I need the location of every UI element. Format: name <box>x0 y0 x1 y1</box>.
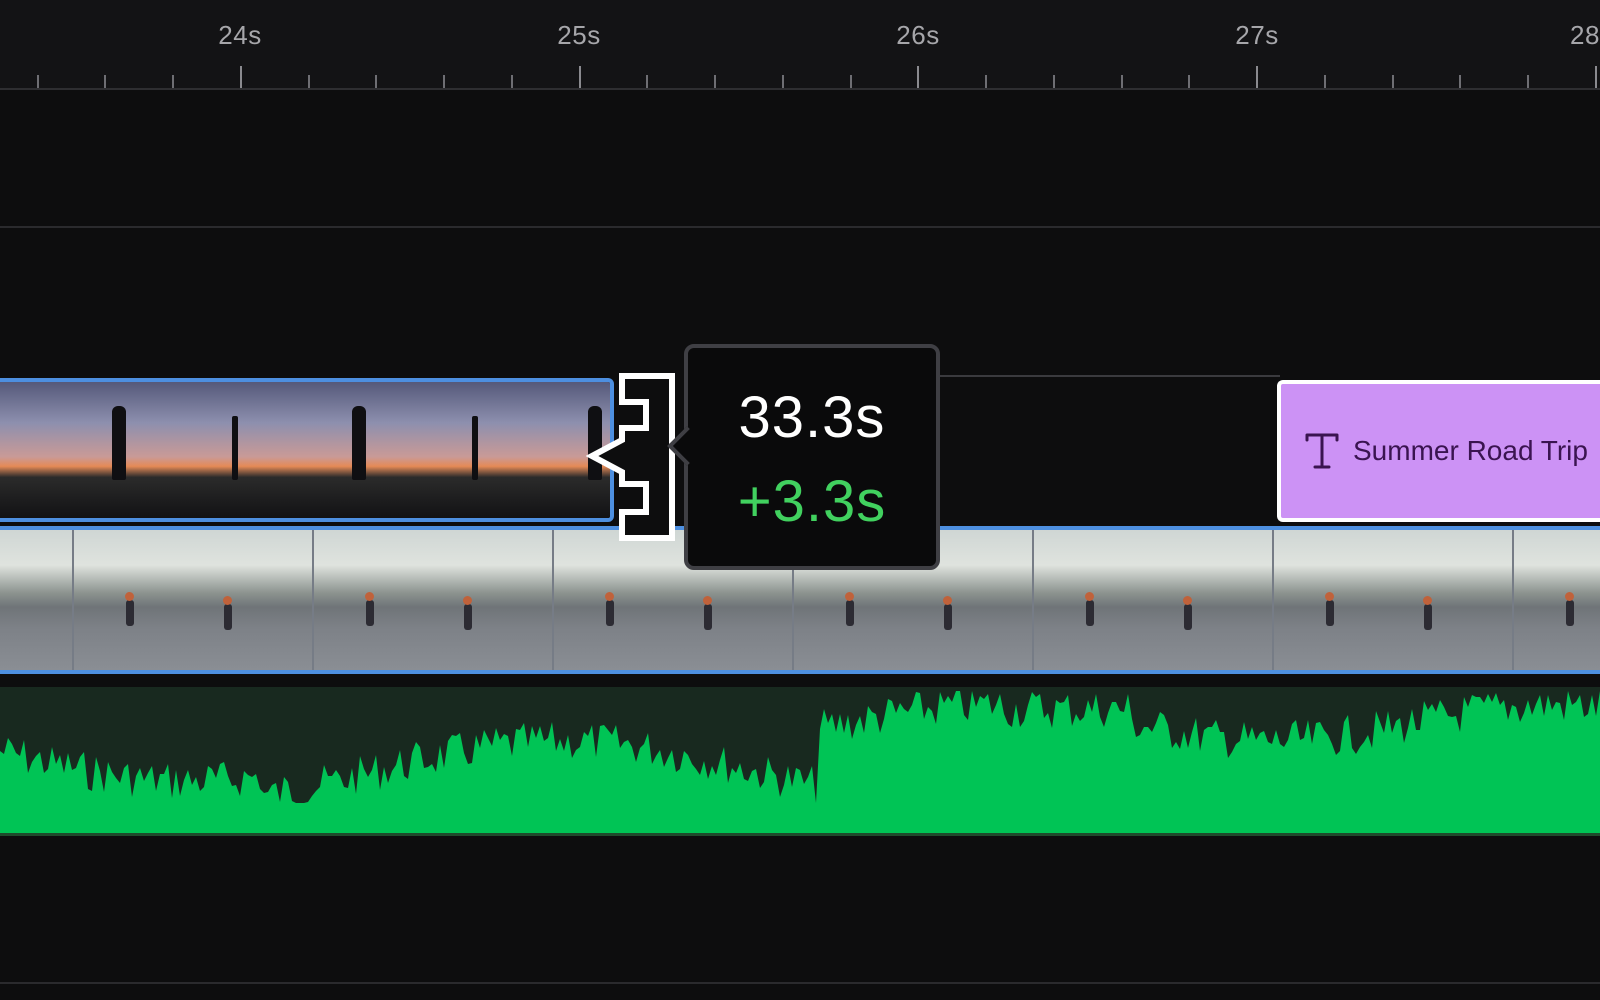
ruler-major-tick <box>579 66 581 88</box>
skater-figure <box>463 596 472 630</box>
ruler-minor-tick <box>1121 75 1123 88</box>
clip-thumbnail <box>1514 530 1600 670</box>
cactus-silhouette <box>232 416 238 480</box>
ruler-label-24s: 24s <box>218 20 262 50</box>
skater-figure <box>365 592 374 626</box>
ruler-major-tick <box>1256 66 1258 88</box>
trim-handle[interactable] <box>585 372 686 544</box>
skater-figure <box>1325 592 1334 626</box>
clip-thumbnail <box>0 530 72 670</box>
clip-thumbnail <box>314 530 552 670</box>
trim-arrow-left-icon <box>585 373 675 541</box>
skater-figure <box>605 592 614 626</box>
ruler-minor-tick <box>1459 75 1461 88</box>
audio-clip[interactable] <box>0 687 1600 836</box>
clip-thumbnail <box>190 382 430 518</box>
ruler-minor-tick <box>37 75 39 88</box>
ruler-minor-tick <box>714 75 716 88</box>
skater-figure <box>223 596 232 630</box>
ruler-minor-tick <box>646 75 648 88</box>
skater-figure <box>1565 592 1574 626</box>
clip-thumbnail <box>430 382 610 518</box>
upper-video-clip[interactable] <box>0 378 614 522</box>
ruler-minor-tick <box>1324 75 1326 88</box>
ruler-minor-tick <box>1392 75 1394 88</box>
title-clip-label: Summer Road Trip <box>1353 435 1588 466</box>
title-clip[interactable]: Summer Road Trip <box>1277 380 1600 522</box>
ruler-major-tick <box>1595 66 1597 88</box>
silhouette-figure <box>112 406 126 480</box>
upper-clip-thumbnails <box>0 382 610 518</box>
audio-waveform <box>0 691 1600 833</box>
clip-thumbnail <box>0 382 190 518</box>
clip-duration: 33.3s <box>738 385 886 450</box>
skater-figure <box>943 596 952 630</box>
ruler-major-tick <box>240 66 242 88</box>
ruler-minor-tick <box>172 75 174 88</box>
skater-figure <box>1423 596 1432 630</box>
skater-figure <box>1183 596 1192 630</box>
skater-figure <box>845 592 854 626</box>
cactus-silhouette <box>472 416 478 480</box>
ruler-minor-tick <box>1527 75 1529 88</box>
ruler-minor-tick <box>104 75 106 88</box>
trim-duration-tooltip: 33.3s +3.3s <box>667 344 940 570</box>
ruler-label-27s: 27s <box>1235 20 1279 50</box>
ruler-minor-tick <box>308 75 310 88</box>
clip-thumbnail <box>1034 530 1272 670</box>
ruler-minor-tick <box>1188 75 1190 88</box>
clip-thumbnail <box>74 530 312 670</box>
ruler-minor-tick <box>850 75 852 88</box>
ruler-minor-tick <box>443 75 445 88</box>
silhouette-figure <box>352 406 366 480</box>
duration-delta: +3.3s <box>737 469 887 534</box>
ruler-minor-tick <box>985 75 987 88</box>
ruler-minor-tick <box>1053 75 1055 88</box>
text-tool-icon <box>1305 431 1339 471</box>
clip-thumbnail <box>1274 530 1512 670</box>
timeline-ruler[interactable]: 24s 25s 26s 27s 28 <box>0 0 1600 90</box>
track-separator <box>0 226 1600 228</box>
ruler-label-25s: 25s <box>557 20 601 50</box>
ruler-label-28s: 28 <box>1570 20 1600 50</box>
ruler-major-tick <box>917 66 919 88</box>
ruler-label-26s: 26s <box>896 20 940 50</box>
track-gap-line <box>940 375 1280 377</box>
skater-figure <box>1085 592 1094 626</box>
track-separator <box>0 982 1600 984</box>
ruler-minor-tick <box>511 75 513 88</box>
ruler-minor-tick <box>375 75 377 88</box>
skater-figure <box>125 592 134 626</box>
ruler-minor-tick <box>782 75 784 88</box>
skater-figure <box>703 596 712 630</box>
